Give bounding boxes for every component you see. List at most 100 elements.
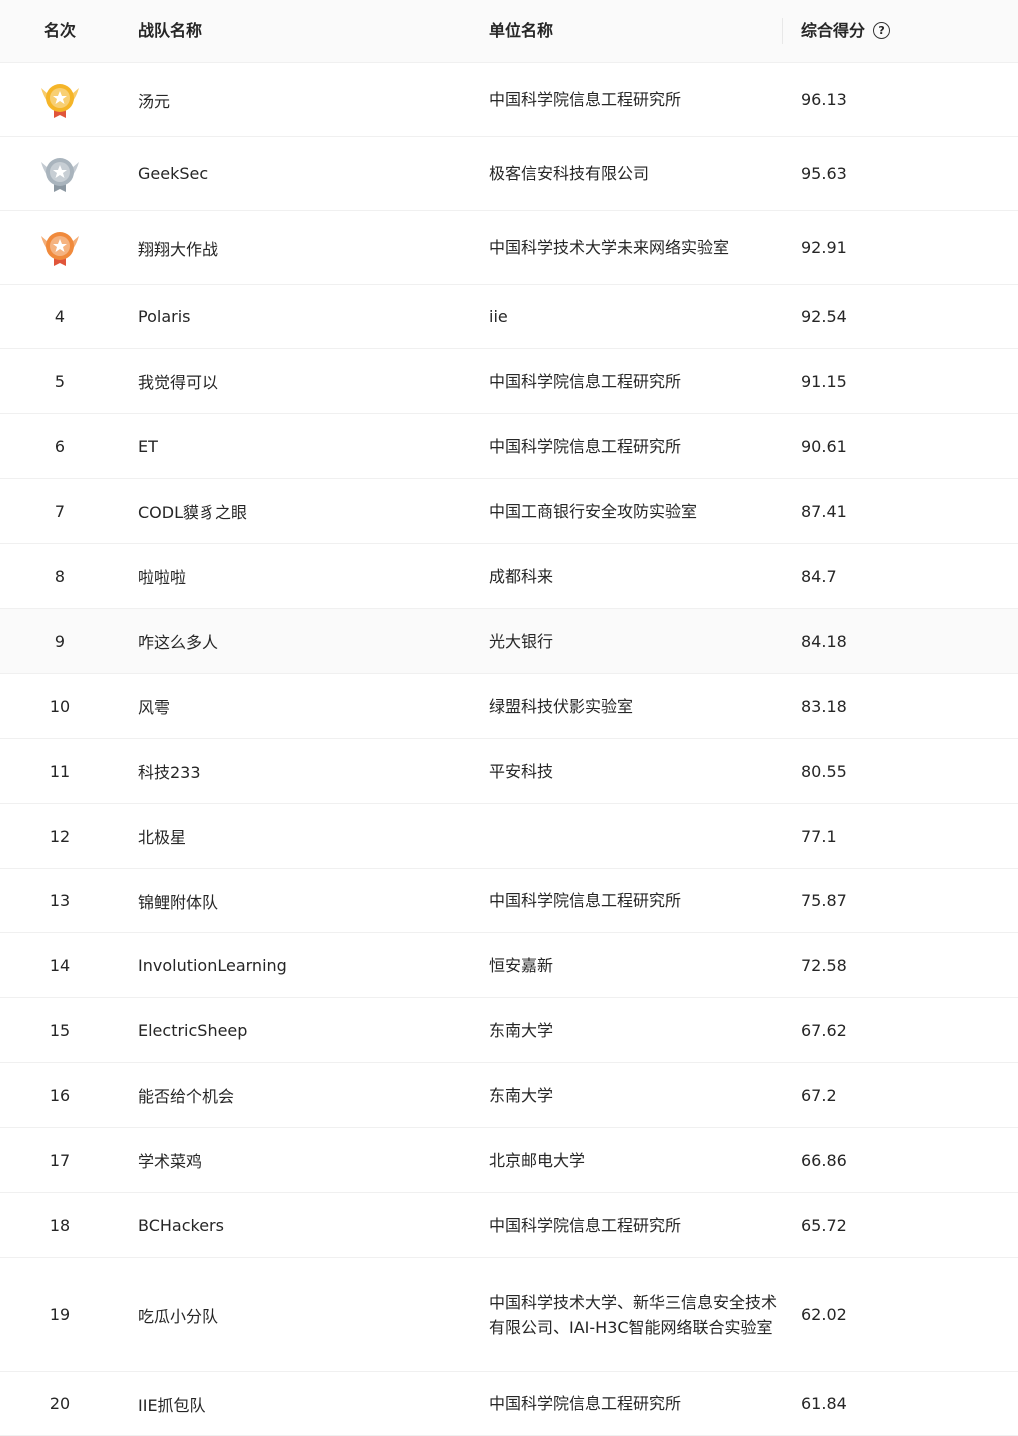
table-row[interactable]: 8 啦啦啦 成都科来 84.7 xyxy=(0,544,1018,609)
score-value: 66.86 xyxy=(801,1150,847,1170)
org-name: 东南大学 xyxy=(489,1085,554,1105)
team-name: 锦鲤附体队 xyxy=(138,892,219,912)
table-row[interactable]: 13 锦鲤附体队 中国科学院信息工程研究所 75.87 xyxy=(0,869,1018,933)
team-name: Polaris xyxy=(138,307,191,326)
help-icon[interactable]: ? xyxy=(873,22,891,39)
rank-cell: 4 xyxy=(54,307,66,326)
team-name: 北极星 xyxy=(138,828,187,847)
rank-cell: 15 xyxy=(49,1020,71,1040)
table-row[interactable]: GeekSec 极客信安科技有限公司 95.63 xyxy=(0,137,1018,211)
table-row[interactable]: 7 CODL貘豸之眼 中国工商银行安全攻防实验室 87.41 xyxy=(0,479,1018,544)
silver-medal-icon xyxy=(37,154,83,194)
score-value: 91.15 xyxy=(801,371,847,391)
header-score: 综合得分? xyxy=(801,0,1001,62)
org-name: 中国科学院信息工程研究所 xyxy=(489,90,682,109)
score-value: 65.72 xyxy=(801,1215,847,1235)
bronze-medal-icon xyxy=(37,228,83,268)
org-name: 光大银行 xyxy=(489,631,554,651)
table-body: 汤元 中国科学院信息工程研究所 96.13 GeekSec 极客信安科技有限公司 95.6… xyxy=(0,63,1018,1436)
org-name: 成都科来 xyxy=(489,566,554,586)
org-name: 平安科技 xyxy=(489,761,554,781)
rank-cell: 10 xyxy=(49,696,71,716)
score-value: 62.02 xyxy=(801,1305,847,1324)
rank-medal xyxy=(0,63,120,136)
rank-cell: 7 xyxy=(54,501,66,521)
team-name: 翔翔大作战 xyxy=(138,239,219,259)
rank-cell: 5 xyxy=(54,371,66,391)
table-row[interactable]: 6 ET 中国科学院信息工程研究所 90.61 xyxy=(0,414,1018,479)
gold-medal-icon xyxy=(37,80,83,120)
table-row[interactable]: 翔翔大作战 中国科学技术大学未来网络实验室 92.91 xyxy=(0,211,1018,285)
org-name: 中国科学院信息工程研究所 xyxy=(489,891,682,910)
rank-cell: 19 xyxy=(49,1305,71,1324)
score-value: 77.1 xyxy=(801,826,837,846)
score-value: 84.18 xyxy=(801,631,847,651)
org-name: 中国科学技术大学未来网络实验室 xyxy=(489,238,730,257)
score-value: 92.91 xyxy=(801,238,847,257)
score-value: 95.63 xyxy=(801,164,847,183)
table-row[interactable]: 14 InvolutionLearning 恒安嘉新 72.58 xyxy=(0,933,1018,998)
org-name: 中国科学院信息工程研究所 xyxy=(489,436,682,456)
org-name: 东南大学 xyxy=(489,1020,554,1040)
rank-medal xyxy=(0,211,120,284)
rank-cell: 17 xyxy=(49,1150,71,1170)
org-name: 北京邮电大学 xyxy=(489,1150,586,1170)
org-name xyxy=(489,804,779,868)
team-name: CODL貘豸之眼 xyxy=(138,503,248,522)
header-org: 单位名称 xyxy=(489,21,554,40)
team-name: InvolutionLearning xyxy=(138,955,287,975)
org-name: iie xyxy=(489,307,508,326)
team-name: 啦啦啦 xyxy=(138,568,187,587)
team-name: 吃瓜小分队 xyxy=(138,1306,219,1326)
table-row[interactable]: 12 北极星 77.1 xyxy=(0,804,1018,869)
score-value: 83.18 xyxy=(801,696,847,716)
table-row[interactable]: 18 BCHackers 中国科学院信息工程研究所 65.72 xyxy=(0,1193,1018,1258)
team-name: ElectricSheep xyxy=(138,1020,248,1040)
table-row[interactable]: 汤元 中国科学院信息工程研究所 96.13 xyxy=(0,63,1018,137)
score-value: 72.58 xyxy=(801,955,847,975)
team-name: 能否给个机会 xyxy=(138,1087,235,1106)
table-row[interactable]: 17 学术菜鸡 北京邮电大学 66.86 xyxy=(0,1128,1018,1193)
rank-cell: 16 xyxy=(49,1085,71,1105)
rank-medal xyxy=(0,137,120,210)
team-name: 咋这么多人 xyxy=(138,633,219,652)
table-row[interactable]: 16 能否给个机会 东南大学 67.2 xyxy=(0,1063,1018,1128)
score-value: 67.2 xyxy=(801,1085,837,1105)
rank-cell: 14 xyxy=(49,955,71,975)
team-name: 学术菜鸡 xyxy=(138,1152,203,1171)
score-value: 61.84 xyxy=(801,1394,847,1413)
table-row[interactable]: 9 咋这么多人 光大银行 84.18 xyxy=(0,609,1018,674)
rank-cell: 8 xyxy=(54,566,66,586)
leaderboard-table: 名次 战队名称 单位名称 综合得分? 汤元 中国科学院信息工程研究所 96.13 Ge… xyxy=(0,0,1018,1436)
table-row[interactable]: 10 风雩 绿盟科技伏影实验室 83.18 xyxy=(0,674,1018,739)
team-name: 风雩 xyxy=(138,698,171,717)
column-divider xyxy=(782,18,783,44)
rank-cell: 6 xyxy=(54,436,66,456)
org-name: 绿盟科技伏影实验室 xyxy=(489,696,634,716)
rank-cell: 20 xyxy=(49,1394,71,1413)
team-name: ET xyxy=(138,436,158,456)
team-name: GeekSec xyxy=(138,164,209,183)
org-name: 中国工商银行安全攻防实验室 xyxy=(489,501,698,521)
table-row[interactable]: 15 ElectricSheep 东南大学 67.62 xyxy=(0,998,1018,1063)
score-value: 67.62 xyxy=(801,1020,847,1040)
score-value: 92.54 xyxy=(801,307,847,326)
org-name: 恒安嘉新 xyxy=(489,955,554,975)
org-name: 中国科学院信息工程研究所 xyxy=(489,371,682,391)
header-team: 战队名称 xyxy=(138,21,203,40)
rank-cell: 11 xyxy=(49,761,71,781)
org-name: 中国科学院信息工程研究所 xyxy=(489,1394,682,1413)
header-score-label: 综合得分 xyxy=(801,21,866,40)
header-rank: 名次 xyxy=(43,21,76,40)
rank-cell: 12 xyxy=(49,826,71,846)
table-row[interactable]: 20 IIE抓包队 中国科学院信息工程研究所 61.84 xyxy=(0,1372,1018,1436)
table-row[interactable]: 11 科技233 平安科技 80.55 xyxy=(0,739,1018,804)
team-name: BCHackers xyxy=(138,1215,224,1235)
org-name: 极客信安科技有限公司 xyxy=(489,164,650,183)
table-row[interactable]: 4 Polaris iie 92.54 xyxy=(0,285,1018,349)
score-value: 80.55 xyxy=(801,761,847,781)
score-value: 87.41 xyxy=(801,501,847,521)
table-row[interactable]: 19 吃瓜小分队 中国科学技术大学、新华三信息安全技术有限公司、IAI-H3C智能网… xyxy=(0,1258,1018,1372)
table-row[interactable]: 5 我觉得可以 中国科学院信息工程研究所 91.15 xyxy=(0,349,1018,414)
team-name: 我觉得可以 xyxy=(138,373,219,392)
